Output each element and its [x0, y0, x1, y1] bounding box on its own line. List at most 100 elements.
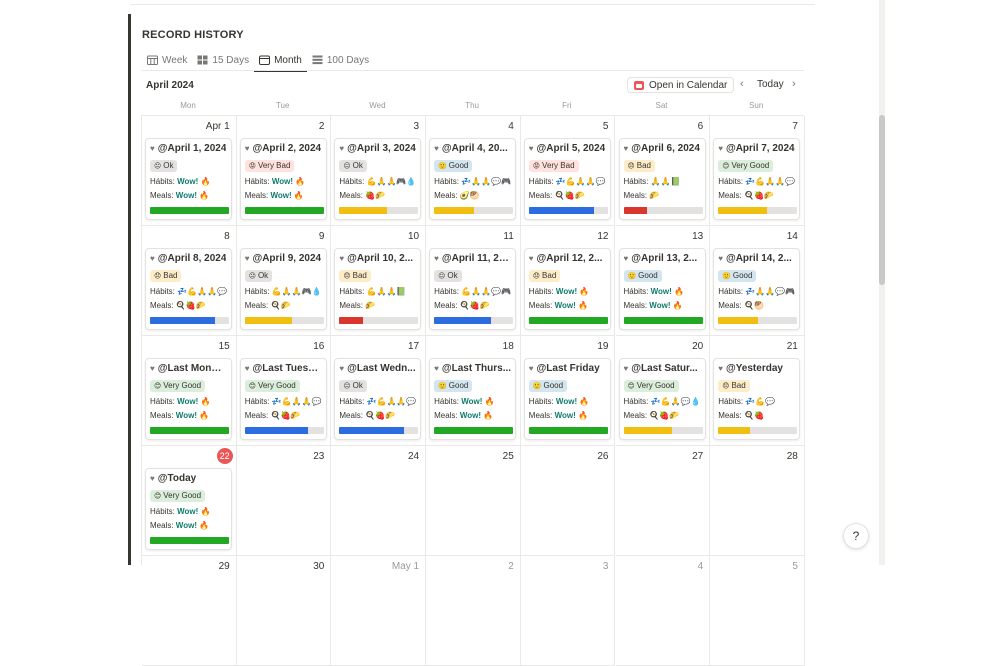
habits-value: Wow! 🔥 — [461, 397, 495, 406]
habits-line: Hábits: Wow! 🔥 — [245, 177, 322, 187]
calendar-day-cell[interactable]: May 1 — [331, 556, 427, 666]
record-card[interactable]: ♥ @April 2, 2024 😡 Very Bad Hábits: Wow! 🔥 M… — [239, 138, 327, 220]
calendar-day-cell[interactable]: 9♥@April 9, 2024😐 OkHábits: 💪🙏🙏🎮💧📗Meals:… — [236, 226, 332, 336]
calendar-day-cell[interactable]: 14 ♥ @April 14, 2... 🙂 Good Hábits: 💤🙏🙏💬🎮 Mea… — [710, 226, 805, 336]
calendar-day-cell[interactable]: 7 ♥ @April 7, 2024 😊 Very Good Hábits: 💤💪🙏🙏💬… — [710, 116, 805, 226]
calendar-day-cell[interactable]: 30 — [236, 556, 332, 666]
day-number: Apr 1 — [205, 121, 230, 132]
calendar-day-cell[interactable]: 4 ♥ @April 4, 20... 🙂 Good Hábits: 💤🙏🙏💬🎮 Meal… — [426, 116, 521, 226]
calendar-day-cell[interactable]: 2 — [426, 556, 521, 666]
record-card[interactable]: ♥ @Yesterday 😞 Bad Hábits: 💤💪💬 Meals: 🍳🍓 — [713, 358, 801, 440]
scrollbar-thumb[interactable] — [879, 115, 885, 285]
calendar-day-cell[interactable]: 8♥@April 8, 2024😞 BadHábits: 💤💪🙏🙏💬💧📘Meal… — [142, 226, 237, 336]
mood-label: Good — [732, 271, 753, 280]
progress-bar — [150, 317, 229, 324]
record-card[interactable]: ♥@Last Tuesd... 😊 Very Good Hábits: 💤💪🙏🙏💬💧… — [239, 358, 327, 440]
record-card[interactable]: ♥ @April 4, 20... 🙂 Good Hábits: 💤🙏🙏💬🎮 Meals… — [429, 138, 517, 220]
calendar-day-cell[interactable]: 24 — [331, 446, 427, 556]
record-card[interactable]: ♥@April 5, 2024 😡 Very Bad Hábits: 💤💪🙏🙏💬💧📘… — [523, 138, 611, 220]
day-number: 25 — [502, 451, 514, 462]
record-card-title: ♥ @Last Friday — [529, 362, 606, 375]
habits-label: Hábits: — [528, 287, 556, 296]
progress-fill — [718, 317, 758, 324]
tab-month[interactable]: Month — [254, 50, 307, 72]
calendar-day-cell[interactable]: 29 — [142, 556, 237, 666]
tab-15-days[interactable]: 15 Days — [192, 50, 254, 70]
record-title: @April 13, 2... — [631, 253, 698, 264]
record-card[interactable]: ♥ @Last Monday 😊 Very Good Hábits: Wow! 🔥 Me… — [145, 358, 232, 440]
record-card[interactable]: ♥ @Last Friday 🙂 Good Hábits: Wow! 🔥 Meals: … — [523, 358, 611, 440]
calendar-day-cell[interactable]: 2 ♥ @April 2, 2024 😡 Very Bad Hábits: Wow! 🔥… — [236, 116, 332, 226]
habits-line: Hábits: 💤🙏🙏💬🎮 — [718, 287, 795, 297]
habits-line: Hábits: Wow! 🔥 — [529, 287, 606, 297]
calendar-day-cell[interactable]: 25 — [426, 446, 521, 556]
calendar-day-cell[interactable]: 13 ♥ @April 13, 2... 🙂 Good Hábits: Wow! 🔥 Me… — [615, 226, 711, 336]
calendar-day-cell[interactable]: 20 ♥ @Last Satur... 😊 Very Good Hábits: 💤💪🙏💬… — [615, 336, 711, 446]
day-number: 28 — [786, 451, 798, 462]
calendar-day-cell[interactable]: 23 — [236, 446, 332, 556]
calendar-day-cell[interactable]: 12 ♥ @April 12, 2... 😞 Bad Hábits: Wow! 🔥 Mea… — [520, 226, 616, 336]
progress-fill — [150, 537, 229, 544]
calendar-day-cell[interactable]: 22 ♥ @Today 😊 Very Good Hábits: Wow! 🔥 Meals:… — [142, 446, 237, 556]
record-card[interactable]: ♥@April 11, 20...😐 OkHábits: 💪🙏🙏💬🎮💧📘Meal… — [429, 248, 517, 330]
day-number: 24 — [407, 451, 420, 462]
meals-value: 🍳🍓🌮 — [649, 411, 680, 420]
calendar-day-cell[interactable]: 28 — [710, 446, 805, 556]
tab-week[interactable]: Week — [142, 50, 192, 70]
record-card-title: ♥ @April 4, 20... — [434, 142, 511, 155]
calendar-day-cell[interactable]: 3 — [520, 556, 616, 666]
record-title: @Last Tuesd... — [252, 363, 322, 374]
chevron-right-icon[interactable]: › — [792, 78, 796, 90]
calendar-day-cell[interactable]: 6 ♥ @April 6, 2024 😞 Bad Hábits: 🙏🙏📗 Meals: 🌮 — [615, 116, 711, 226]
meals-value: Wow! 🔥 — [175, 521, 210, 530]
record-card[interactable]: ♥ @Last Satur... 😊 Very Good Hábits: 💤💪🙏💬💧 M… — [618, 358, 706, 440]
calendar-day-cell[interactable]: 5 — [710, 556, 805, 666]
record-card[interactable]: ♥@April 3, 2024 😐 Ok Hábits: 💪🙏🙏🎮💧📗 Meals: … — [334, 138, 422, 220]
record-card[interactable]: ♥ @Today 😊 Very Good Hábits: Wow! 🔥 Meals: W… — [145, 468, 232, 550]
calendar-day-cell[interactable]: 18 ♥ @Last Thurs... 🙂 Good Hábits: Wow! 🔥 Mea… — [426, 336, 521, 446]
calendar-day-cell[interactable]: 15 ♥ @Last Monday 😊 Very Good Hábits: Wow! 🔥… — [142, 336, 237, 446]
record-card[interactable]: ♥@April 9, 2024 😐 Ok Hábits: 💪🙏🙏🎮💧📗 Meals: … — [239, 248, 327, 330]
calendar-day-cell[interactable]: 19 ♥ @Last Friday 🙂 Good Hábits: Wow! 🔥 Meals… — [520, 336, 616, 446]
record-card[interactable]: ♥ @April 14, 2... 🙂 Good Hábits: 💤🙏🙏💬🎮 Meals… — [713, 248, 801, 330]
mood-face-icon: 🙂 — [532, 383, 544, 390]
meals-line: Meals: Wow! 🔥 — [434, 411, 511, 421]
tab-100-days[interactable]: 100 Days — [307, 50, 374, 70]
calendar-day-cell[interactable]: 26 — [520, 446, 616, 556]
heart-icon: ♥ — [718, 364, 723, 373]
day-number: 19 — [597, 341, 609, 352]
record-card[interactable]: ♥ @April 10, 2... 😞 Bad Hábits: 💪🙏🙏📗 Meals: … — [334, 248, 422, 330]
heart-icon: ♥ — [339, 364, 345, 373]
calendar-day-cell[interactable]: 10 ♥ @April 10, 2... 😞 Bad Hábits: 💪🙏🙏📗 Meals… — [331, 226, 427, 336]
heart-icon: ♥ — [150, 474, 155, 483]
month-grid: Apr 1 ♥ @April 1, 2024 😐 Ok Hábits: Wow! 🔥 Me… — [141, 115, 805, 666]
calendar-day-cell[interactable]: 4 — [615, 556, 711, 666]
record-card[interactable]: ♥ @April 13, 2... 🙂 Good Hábits: Wow! 🔥 Meal… — [618, 248, 706, 330]
record-card[interactable]: ♥ @Last Thurs... 🙂 Good Hábits: Wow! 🔥 Meals… — [429, 358, 517, 440]
open-in-calendar-button[interactable]: Open in Calendar — [627, 77, 735, 93]
habits-value: 💤🙏🙏💬🎮 — [745, 287, 796, 296]
heart-icon: ♥ — [623, 254, 629, 263]
record-card-title: ♥ @April 8, 2024 — [150, 252, 227, 265]
record-card[interactable]: ♥@April 7, 2024 😊 Very Good Hábits: 💤💪🙏🙏💬💧… — [713, 138, 801, 220]
chevron-left-icon[interactable]: ‹ — [740, 78, 744, 90]
record-card[interactable]: ♥@Last Wedn... 😐 Ok Hábits: 💤💪🙏🙏💬💧📘 Meals: … — [334, 358, 422, 440]
calendar-day-cell[interactable]: 16 ♥ @Last Tuesd... 😊 Very Good Hábits: 💤💪🙏🙏… — [236, 336, 332, 446]
calendar-day-cell[interactable]: 27 — [615, 446, 711, 556]
record-card-title: ♥ @Yesterday — [718, 362, 795, 375]
record-card-title: ♥ @April 11, 20... — [434, 252, 511, 265]
record-card[interactable]: ♥@April 8, 2024😞 BadHábits: 💤💪🙏🙏💬💧📘Meals… — [145, 248, 232, 330]
calendar-day-cell[interactable]: 3♥@April 3, 2024😐 OkHábits: 💪🙏🙏🎮💧📗Meals:… — [331, 116, 427, 226]
record-card[interactable]: ♥ @April 6, 2024 😞 Bad Hábits: 🙏🙏📗 Meals: 🌮 — [618, 138, 706, 220]
record-card[interactable]: ♥ @April 12, 2... 😞 Bad Hábits: Wow! 🔥 Meals… — [523, 248, 611, 330]
calendar-day-cell[interactable]: 17♥@Last Wedn...😐 OkHábits: 💤💪🙏🙏💬💧📘Meals… — [331, 336, 427, 446]
help-button[interactable]: ? — [843, 523, 869, 549]
calendar-day-cell[interactable]: 5 ♥@April 5, 2024 😡 Very Bad Hábits: 💤💪🙏🙏💬💧… — [520, 116, 616, 226]
calendar-day-cell[interactable]: 11♥@April 11, 20...😐 OkHábits: 💪🙏🙏💬🎮💧📘Me… — [426, 226, 521, 336]
calendar-day-cell[interactable]: Apr 1 ♥ @April 1, 2024 😐 Ok Hábits: Wow! 🔥 Me… — [142, 116, 237, 226]
calendar-day-cell[interactable]: 21 ♥ @Yesterday 😞 Bad Hábits: 💤💪💬 Meals: 🍳🍓 — [710, 336, 805, 446]
today-button[interactable]: Today — [757, 79, 784, 90]
habits-value: 💤💪🙏🙏💬💧📘 — [555, 177, 606, 186]
record-card[interactable]: ♥ @April 1, 2024 😐 Ok Hábits: Wow! 🔥 Meals: … — [145, 138, 232, 220]
habits-label: Hábits: — [718, 177, 746, 186]
